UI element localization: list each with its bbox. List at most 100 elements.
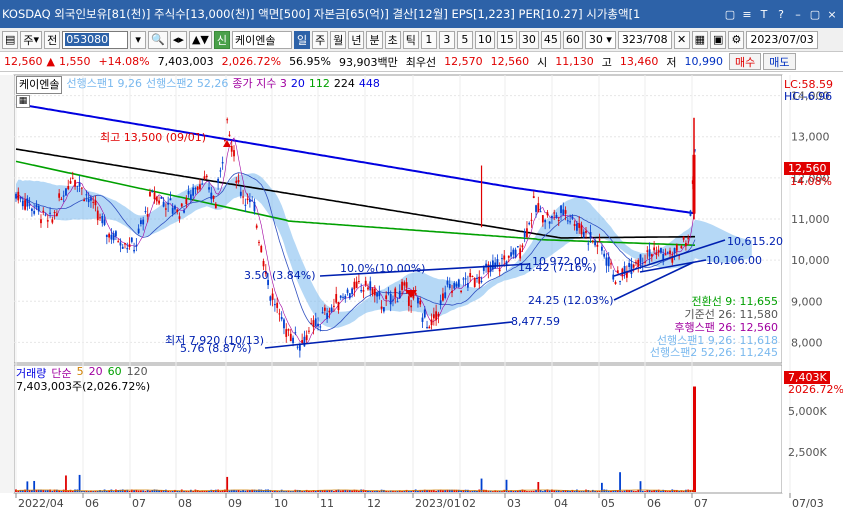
candle-body [92, 201, 95, 203]
table-toggle-icon[interactable]: ▦ [16, 95, 30, 108]
chart-toolbar: ▤ 주 ▾ 전 053080 ▾ 🔍 ◂▸ ▲▼ 신 케이엔솔 일 주 월 년 분… [0, 28, 843, 52]
save-icon[interactable]: ▣ [710, 30, 727, 49]
interval-input[interactable]: 30 ▾ [584, 30, 616, 49]
volume-bar [310, 491, 313, 492]
volume-bar [607, 490, 610, 492]
interval-1-button[interactable]: 1 [420, 30, 437, 49]
interval-3-button[interactable]: 3 [438, 30, 455, 49]
interval-5-button[interactable]: 5 [456, 30, 473, 49]
legend-ma112[interactable]: 112 [309, 76, 330, 94]
candle-body [607, 257, 610, 267]
candle-body [510, 252, 512, 257]
prev-next-icon[interactable]: ▲▼ [188, 30, 212, 49]
volume-bar [537, 481, 540, 492]
interval-15-button[interactable]: 15 [496, 30, 517, 49]
volume-bar [249, 490, 251, 492]
restore-icon[interactable]: ▢ [723, 7, 737, 22]
text-icon[interactable]: T [757, 7, 771, 22]
date-field[interactable]: 2023/07/03 [746, 30, 818, 49]
buy-button[interactable]: 매수 [729, 53, 762, 70]
maximize-icon[interactable]: ▢ [808, 7, 822, 22]
candle-body [432, 314, 435, 319]
candle-body [139, 220, 142, 224]
menu-icon[interactable]: ≡ [740, 7, 754, 22]
candle-body [83, 199, 86, 202]
volume-bar [512, 490, 515, 492]
candle-body [603, 253, 606, 257]
candle-body [189, 194, 192, 200]
volume-bar [71, 490, 74, 492]
new-button[interactable]: 신 [213, 30, 230, 49]
counter-field[interactable]: 323/708 [617, 30, 672, 49]
period-week-button[interactable]: 주 [312, 30, 329, 49]
help-icon[interactable]: ? [774, 7, 788, 22]
period-minute-button[interactable]: 분 [366, 30, 383, 49]
candle-body [551, 215, 553, 218]
period-second-button[interactable]: 초 [384, 30, 401, 49]
stock-list-icon[interactable]: ▤ [2, 30, 19, 49]
period-month-button[interactable]: 월 [330, 30, 347, 49]
candle-body [644, 261, 646, 263]
candle-body [653, 247, 656, 251]
total-button[interactable]: 전 [44, 30, 61, 49]
period-day-button[interactable]: 일 [293, 30, 311, 49]
volume-bar [641, 490, 644, 492]
close-icon[interactable]: × [825, 6, 839, 22]
volume-bar [514, 490, 517, 492]
period-selector[interactable]: 주 ▾ [20, 30, 43, 49]
candle-body [560, 205, 562, 214]
speaker-icon[interactable]: ◂▸ [169, 30, 187, 49]
candle-body [480, 280, 483, 283]
code-dropdown-icon[interactable]: ▾ [130, 30, 147, 49]
settings-icon[interactable]: ⚙ [728, 30, 745, 49]
legend-stock-name[interactable]: 케이엔솔 [16, 76, 63, 94]
volume-bar [444, 490, 447, 492]
volume-bar [628, 490, 631, 492]
interval-30-button[interactable]: 30 [518, 30, 539, 49]
candle-body [226, 119, 229, 121]
interval-45-button[interactable]: 45 [540, 30, 561, 49]
legend-ma224[interactable]: 224 [334, 76, 355, 94]
crosshair-icon[interactable]: ✕ [673, 30, 690, 49]
stock-code-input[interactable]: 053080 [62, 30, 129, 49]
candle-body [662, 254, 665, 260]
candle-body [539, 211, 542, 213]
candle-body [557, 220, 560, 222]
period-tick-button[interactable]: 틱 [402, 30, 419, 49]
candle-body [233, 150, 235, 157]
interval-60-button[interactable]: 60 [562, 30, 583, 49]
date-label: 07/03 [792, 497, 824, 510]
candle-body [641, 263, 644, 265]
grid-icon[interactable]: ▦ [691, 30, 708, 49]
candle-body [49, 212, 51, 214]
legend-span1[interactable]: 선행스팬1 9,26 [66, 76, 141, 94]
candle-body [246, 198, 249, 201]
candle-body [287, 329, 290, 331]
candle-body [457, 279, 460, 287]
volume-tick-5000k: 5,000K [788, 405, 827, 418]
candle-body [419, 300, 422, 305]
candle-body [487, 264, 490, 273]
candle-body [360, 289, 363, 292]
price-chart[interactable]: 14,00013,00012,00011,00010,0009,0008,000… [0, 74, 843, 516]
legend-ma20[interactable]: 20 [291, 76, 305, 94]
candle-body [224, 139, 226, 141]
candle-body [199, 184, 201, 190]
volume-bar [421, 490, 424, 492]
legend-ma448[interactable]: 448 [359, 76, 380, 94]
candle-body [530, 219, 533, 221]
legend-close-ma[interactable]: 종가 지수 3 [232, 76, 286, 94]
candle-body [335, 294, 338, 303]
minimize-icon[interactable]: – [791, 7, 805, 22]
candle-body [616, 270, 619, 274]
search-icon[interactable]: 🔍 [148, 30, 168, 49]
volume-bar [128, 490, 131, 492]
interval-10-button[interactable]: 10 [474, 30, 495, 49]
candle-body [605, 257, 608, 266]
candle-body [401, 281, 403, 291]
candle-body [301, 340, 304, 343]
base-line-value: 기준선 26: 11,580 [684, 308, 778, 321]
sell-button[interactable]: 매도 [763, 53, 796, 70]
period-year-button[interactable]: 년 [348, 30, 365, 49]
legend-span2[interactable]: 선행스팬2 52,26 [146, 76, 228, 94]
